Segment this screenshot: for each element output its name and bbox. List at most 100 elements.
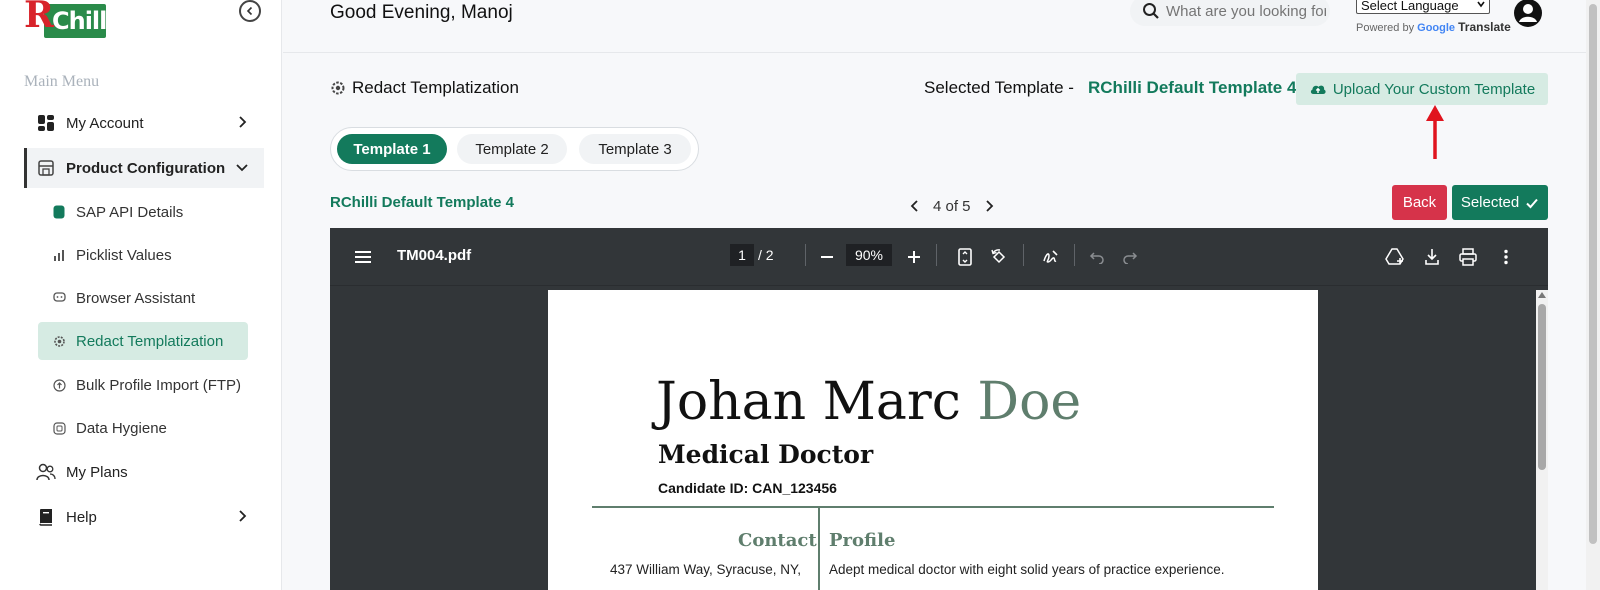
- pdf-scrollbar-thumb[interactable]: [1538, 304, 1546, 470]
- sidebar-item-label: Picklist Values: [76, 246, 172, 264]
- resume-column-divider: [818, 508, 820, 590]
- print-icon: [1459, 248, 1477, 266]
- selected-template-label: Selected Template -: [924, 78, 1074, 97]
- sidebar-item-label: Data Hygiene: [76, 419, 167, 437]
- sidebar-item-data-hygiene[interactable]: Data Hygiene: [38, 409, 248, 447]
- check-icon: [1526, 198, 1538, 208]
- download-icon: [1425, 249, 1439, 265]
- page-scrollbar[interactable]: [1586, 0, 1600, 590]
- pdf-toolbar: TM004.pdf 1 / 2 90%: [330, 228, 1548, 286]
- next-button[interactable]: [979, 196, 999, 216]
- sidebar-item-picklist-values[interactable]: Picklist Values: [38, 236, 248, 274]
- undo-button[interactable]: [1087, 247, 1107, 267]
- chevron-left-icon: [910, 200, 918, 212]
- sidebar-item-label: Help: [66, 508, 97, 526]
- page-title: Redact Templatization: [330, 78, 519, 98]
- logo-text: Chilli: [52, 7, 115, 35]
- sidebar-item-label: Redact Templatization: [76, 332, 224, 350]
- template-name-label: RChilli Default Template 4: [330, 194, 514, 211]
- previous-button[interactable]: [905, 196, 925, 216]
- user-avatar-icon[interactable]: [1513, 0, 1543, 28]
- store-icon: [36, 158, 56, 178]
- resume-contact-text: 437 William Way, Syracuse, NY,: [610, 562, 802, 577]
- search-icon: [1143, 3, 1159, 19]
- page-scrollbar-thumb[interactable]: [1589, 4, 1597, 544]
- download-button[interactable]: [1422, 247, 1442, 267]
- plus-icon: [908, 251, 920, 263]
- undo-icon: [1089, 252, 1104, 264]
- upload-button-label: Upload Your Custom Template: [1332, 80, 1536, 98]
- rchilli-logo[interactable]: Chilli R: [22, 0, 115, 40]
- rotate-button[interactable]: [989, 247, 1009, 267]
- sidebar-item-my-plans[interactable]: My Plans: [24, 452, 264, 492]
- search-input[interactable]: [1166, 2, 1326, 20]
- chat-bubble-icon: [52, 291, 66, 305]
- pdf-menu-button[interactable]: [353, 247, 373, 267]
- collapse-sidebar-button[interactable]: [239, 0, 261, 22]
- sidebar-item-redact-templatization[interactable]: Redact Templatization: [38, 322, 248, 360]
- minus-icon: [821, 256, 833, 258]
- tab-template-3[interactable]: Template 3: [579, 134, 691, 164]
- fit-page-button[interactable]: [955, 247, 975, 267]
- add-to-drive-button[interactable]: [1385, 247, 1405, 267]
- tab-template-1[interactable]: Template 1: [337, 134, 447, 164]
- upload-circle-icon: [52, 378, 66, 392]
- draw-signature-icon: [1043, 250, 1058, 263]
- book-icon: [36, 507, 56, 527]
- back-button[interactable]: Back: [1392, 185, 1447, 220]
- language-select[interactable]: Select Language: [1356, 0, 1490, 14]
- pdf-viewer: TM004.pdf 1 / 2 90% Johan Marc Doe Medic…: [330, 228, 1548, 590]
- rotate-icon: [991, 249, 1006, 264]
- search-bar[interactable]: [1130, 0, 1330, 26]
- sidebar-item-sap-api-details[interactable]: SAP API Details: [38, 193, 248, 231]
- users-icon: [36, 462, 56, 482]
- print-button[interactable]: [1458, 247, 1478, 267]
- pdf-page-input[interactable]: 1: [730, 244, 754, 266]
- upload-custom-template-button[interactable]: Upload Your Custom Template: [1296, 73, 1548, 105]
- resume-divider: [592, 506, 1274, 508]
- header-divider: [283, 52, 1600, 53]
- pdf-file-name: TM004.pdf: [397, 247, 472, 264]
- google-text: Google: [1417, 22, 1456, 34]
- resume-profile-text: Adept medical doctor with eight solid ye…: [829, 562, 1225, 577]
- chevron-down-icon: [1477, 1, 1485, 8]
- pdf-scrollbar[interactable]: [1536, 290, 1548, 590]
- selected-button[interactable]: Selected: [1452, 185, 1548, 220]
- sidebar-item-browser-assistant[interactable]: Browser Assistant: [38, 279, 248, 317]
- chevron-right-icon: [239, 510, 247, 522]
- toolbar-separator: [1023, 244, 1024, 266]
- resume-role: Medical Doctor: [658, 440, 874, 469]
- chevron-left-icon: [246, 6, 253, 16]
- pager-text: 4 of 5: [933, 197, 971, 215]
- pdf-page: Johan Marc Doe Medical Doctor Candidate …: [548, 290, 1318, 590]
- greeting-text: Good Evening, Manoj: [330, 2, 513, 23]
- logo-letter: R: [24, 0, 54, 36]
- main-menu-title: Main Menu: [24, 73, 100, 90]
- redo-icon: [1123, 252, 1138, 264]
- gear-icon: [331, 81, 345, 95]
- fit-page-icon: [958, 248, 972, 266]
- sidebar-item-label: My Plans: [66, 463, 128, 481]
- sidebar-item-label: Bulk Profile Import (FTP): [76, 376, 242, 394]
- zoom-level-input[interactable]: 90%: [846, 244, 892, 266]
- language-select-value: Select Language: [1361, 0, 1459, 13]
- sidebar-item-bulk-profile-import[interactable]: Bulk Profile Import (FTP): [38, 366, 248, 404]
- redo-button[interactable]: [1120, 247, 1140, 267]
- account-grid-icon: [36, 113, 56, 133]
- more-options-button[interactable]: [1496, 247, 1516, 267]
- bar-chart-icon: [52, 248, 66, 262]
- page-title-text: Redact Templatization: [352, 78, 519, 97]
- translate-link[interactable]: Translate: [1458, 20, 1511, 34]
- database-icon: [52, 205, 66, 219]
- annotate-button[interactable]: [1041, 247, 1061, 267]
- sidebar-item-product-configuration[interactable]: Product Configuration: [24, 148, 264, 188]
- sidebar-item-help[interactable]: Help: [24, 497, 264, 537]
- database-clean-icon: [52, 421, 66, 435]
- pdf-page-total: / 2: [758, 247, 774, 263]
- zoom-in-button[interactable]: [904, 247, 924, 267]
- scroll-up-arrow[interactable]: [1538, 292, 1546, 298]
- zoom-out-button[interactable]: [817, 247, 837, 267]
- toolbar-separator: [1074, 244, 1075, 266]
- sidebar-item-my-account[interactable]: My Account: [24, 103, 264, 143]
- tab-template-2[interactable]: Template 2: [457, 134, 567, 164]
